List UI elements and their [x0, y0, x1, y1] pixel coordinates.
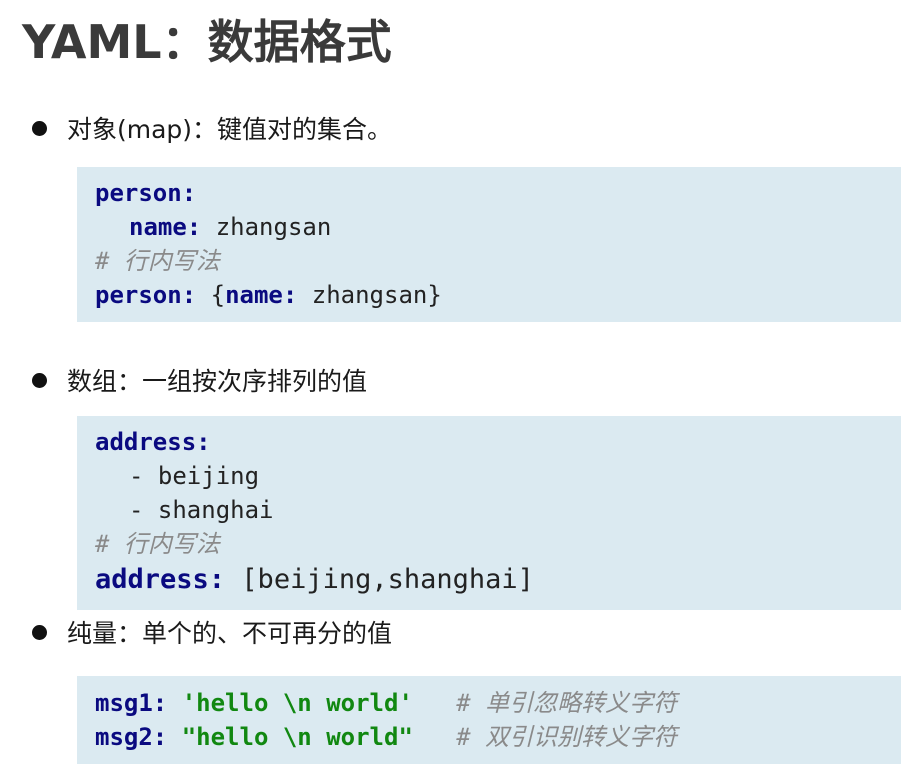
- code-line: address:: [95, 425, 901, 459]
- code-line: address: [beijing,shanghai]: [95, 561, 901, 599]
- yaml-value: zhangsan}: [297, 281, 442, 309]
- code-line: msg1: 'hello \n world' # 单引忽略转义字符: [95, 686, 901, 720]
- yaml-key: name:: [129, 213, 202, 241]
- yaml-key: name:: [225, 281, 298, 309]
- yaml-key: person:: [95, 179, 197, 207]
- yaml-comment: # 行内写法: [95, 247, 220, 275]
- yaml-key: address:: [95, 564, 226, 595]
- yaml-value: - shanghai: [129, 496, 274, 524]
- bullet-dot-icon: [32, 372, 47, 388]
- bullet-map: 对象(map)：键值对的集合。: [32, 110, 392, 146]
- yaml-comment: # 行内写法: [95, 530, 220, 558]
- yaml-key: msg2:: [95, 723, 168, 751]
- code-line: # 行内写法: [95, 244, 901, 278]
- bullet-array: 数组：一组按次序排列的值: [32, 362, 367, 398]
- bullet-text-array: 数组：一组按次序排列的值: [67, 367, 368, 396]
- yaml-key: msg1:: [95, 689, 168, 717]
- code-block-scalar: msg1: 'hello \n world' # 单引忽略转义字符 msg2: …: [77, 676, 901, 764]
- code-line: - beijing: [95, 459, 901, 493]
- yaml-string: 'hello \n world': [181, 689, 413, 717]
- page-title: YAML：数据格式: [22, 15, 392, 69]
- yaml-value: - beijing: [129, 462, 260, 490]
- code-line: # 行内写法: [95, 527, 901, 561]
- yaml-comment: # 双引识别转义字符: [456, 723, 678, 751]
- yaml-value: {: [196, 281, 226, 309]
- code-block-array: address: - beijing - shanghai # 行内写法 add…: [77, 416, 901, 610]
- yaml-key: person:: [95, 281, 197, 309]
- yaml-key: address:: [95, 428, 211, 456]
- bullet-dot-icon: [32, 624, 47, 640]
- bullet-scalar: 纯量：单个的、不可再分的值: [32, 614, 392, 650]
- bullet-text-scalar: 纯量：单个的、不可再分的值: [67, 619, 393, 648]
- code-line: person: {name: zhangsan}: [95, 278, 901, 312]
- bullet-dot-icon: [32, 120, 47, 136]
- yaml-string: "hello \n world": [181, 723, 413, 751]
- code-block-map: person: name: zhangsan # 行内写法 person: {n…: [77, 167, 901, 322]
- yaml-comment: # 单引忽略转义字符: [456, 689, 678, 717]
- code-line: msg2: "hello \n world" # 双引识别转义字符: [95, 720, 901, 754]
- code-line: person:: [95, 176, 901, 210]
- code-line: name: zhangsan: [95, 210, 901, 244]
- code-line: - shanghai: [95, 493, 901, 527]
- yaml-value: zhangsan: [201, 213, 332, 241]
- yaml-value: [beijing,shanghai]: [225, 564, 534, 595]
- bullet-text-map: 对象(map)：键值对的集合。: [67, 115, 393, 144]
